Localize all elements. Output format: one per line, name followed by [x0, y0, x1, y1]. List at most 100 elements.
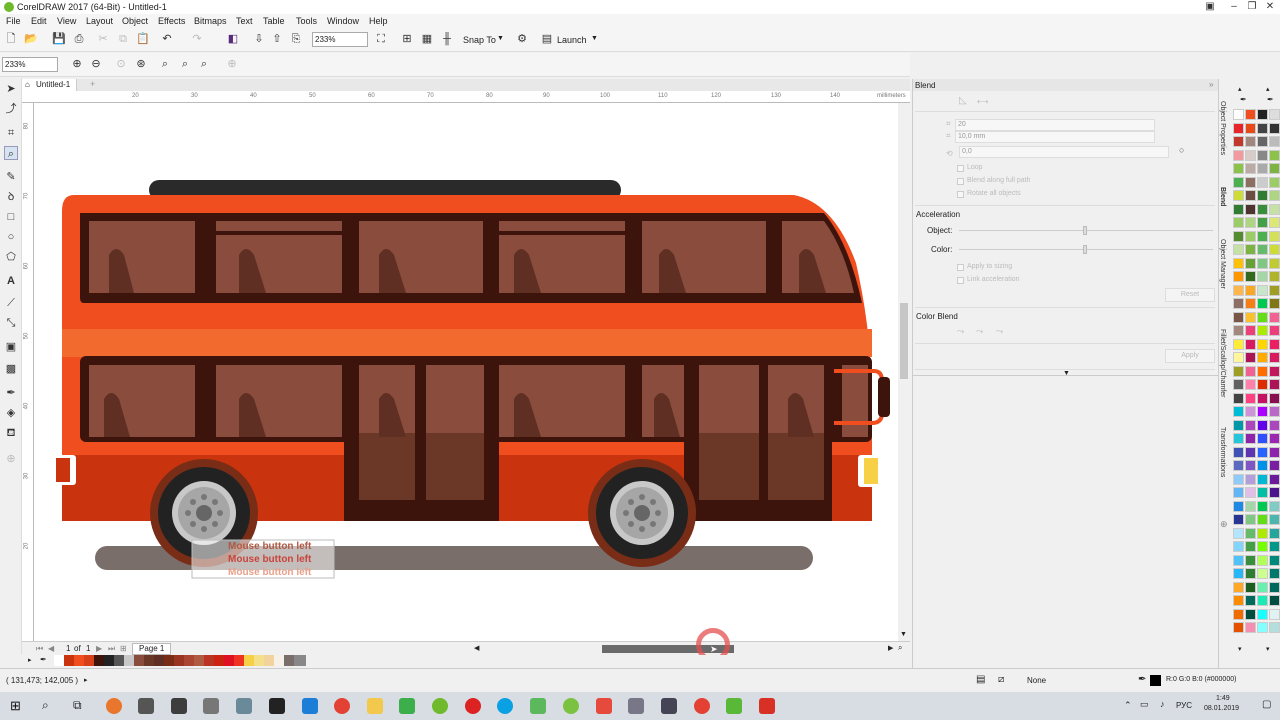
- color-swatch[interactable]: [1269, 352, 1280, 363]
- color-swatch[interactable]: [1233, 379, 1244, 390]
- color-swatch[interactable]: [1233, 473, 1244, 485]
- color-swatch[interactable]: [1269, 176, 1280, 188]
- menu-object[interactable]: Object: [122, 16, 148, 26]
- color-swatch[interactable]: [1245, 541, 1256, 552]
- color-swatch[interactable]: [1257, 244, 1268, 255]
- color-swatch[interactable]: [1269, 136, 1280, 147]
- rotate-all-checkbox[interactable]: [957, 191, 964, 198]
- vertical-ruler[interactable]: 80 70 60 50 40 30 20: [22, 103, 34, 641]
- color-swatch[interactable]: [1269, 163, 1280, 174]
- color-swatch[interactable]: [1257, 379, 1268, 390]
- undo-icon[interactable]: ↶: [160, 32, 174, 46]
- color-swatch[interactable]: [1233, 568, 1244, 579]
- color-swatch[interactable]: [1257, 230, 1268, 242]
- color-swatch[interactable]: [1257, 473, 1268, 485]
- color-swatch[interactable]: [1257, 298, 1268, 309]
- menu-help[interactable]: Help: [369, 16, 388, 26]
- docker-expand-icon[interactable]: »: [1209, 80, 1213, 89]
- color-swatch[interactable]: [1269, 622, 1280, 633]
- rotation-field[interactable]: 0,0: [959, 146, 1169, 158]
- zoom-level-field[interactable]: 233%: [312, 32, 368, 47]
- color-swatch[interactable]: [1257, 271, 1268, 282]
- zoom-in-icon[interactable]: ⊕: [70, 57, 84, 71]
- first-page-icon[interactable]: ⏮: [36, 644, 43, 654]
- app-icon[interactable]: [661, 698, 677, 714]
- zoom-tool-icon[interactable]: ⌕: [4, 146, 18, 160]
- app-icon[interactable]: [171, 698, 187, 714]
- zoom-height-icon[interactable]: ⌕: [197, 57, 211, 71]
- navigator-icon[interactable]: ⌕: [898, 643, 902, 653]
- color-swatch[interactable]: [1245, 379, 1256, 390]
- app-icon[interactable]: [236, 698, 252, 714]
- snap-to-dropdown[interactable]: Snap To: [463, 35, 496, 45]
- color-swatch[interactable]: [1257, 487, 1268, 498]
- chrome-icon[interactable]: [334, 698, 350, 714]
- eyedropper-icon[interactable]: ✒: [1267, 95, 1274, 104]
- color-swatch[interactable]: [1269, 446, 1280, 458]
- save-icon[interactable]: 💾: [52, 32, 66, 46]
- zoom-page-icon[interactable]: ⌕: [158, 57, 172, 71]
- drop-shadow-tool-icon[interactable]: ▣: [4, 340, 18, 354]
- color-swatch[interactable]: [1233, 419, 1244, 431]
- color-swatch[interactable]: [1269, 500, 1280, 512]
- clock-time[interactable]: 1:49: [1216, 695, 1230, 702]
- opera-icon[interactable]: [465, 698, 481, 714]
- copy-icon[interactable]: ⧉: [116, 32, 130, 46]
- color-swatch[interactable]: [1269, 244, 1280, 255]
- color-swatch[interactable]: [1233, 460, 1244, 471]
- minimize-button[interactable]: –: [1226, 1, 1242, 13]
- color-swatch[interactable]: [1245, 325, 1256, 336]
- zoom-width-icon[interactable]: ⌕: [178, 57, 192, 71]
- color-swatch[interactable]: [1245, 595, 1256, 606]
- color-swatch[interactable]: [1245, 190, 1256, 201]
- color-swatch[interactable]: [1245, 257, 1256, 269]
- text-tool-icon[interactable]: A: [4, 274, 18, 288]
- app-icon[interactable]: [759, 698, 775, 714]
- color-swatch[interactable]: [1257, 446, 1268, 458]
- direct-blend-icon[interactable]: ⤳: [957, 326, 964, 337]
- color-swatch[interactable]: [1257, 500, 1268, 512]
- head-light[interactable]: [864, 458, 878, 484]
- shape-tool-icon[interactable]: ⤴: [4, 102, 18, 116]
- color-swatch[interactable]: [1233, 392, 1244, 404]
- color-swatch[interactable]: [1269, 487, 1280, 498]
- color-swatch[interactable]: [1233, 203, 1244, 215]
- show-grid-icon[interactable]: ▦: [420, 32, 434, 46]
- show-guidelines-icon[interactable]: ╫: [440, 32, 454, 46]
- color-swatch[interactable]: [1245, 433, 1256, 444]
- color-swatch[interactable]: [1269, 608, 1280, 620]
- add-tool-icon[interactable]: ⊕: [4, 452, 18, 466]
- status-arrow-icon[interactable]: ▸: [84, 676, 88, 684]
- color-swatch[interactable]: [1257, 338, 1268, 350]
- new-document-icon[interactable]: 🗋: [4, 32, 18, 46]
- upper-window[interactable]: [359, 221, 483, 293]
- color-swatch[interactable]: [1233, 595, 1244, 606]
- color-swatch[interactable]: [1233, 149, 1244, 161]
- add-page-icon[interactable]: ⊞: [120, 644, 127, 653]
- app-icon[interactable]: [106, 698, 122, 714]
- color-swatch[interactable]: [1257, 608, 1268, 620]
- color-swatch[interactable]: [1233, 230, 1244, 242]
- color-swatch[interactable]: [1257, 352, 1268, 363]
- scroll-right-icon[interactable]: ▶: [888, 644, 893, 652]
- color-swatch[interactable]: [1269, 190, 1280, 201]
- color-swatch[interactable]: [1269, 109, 1280, 120]
- color-swatch[interactable]: [1257, 217, 1268, 228]
- zoom-out-icon[interactable]: ⊖: [89, 57, 103, 71]
- app-icon[interactable]: [269, 698, 285, 714]
- color-swatch[interactable]: [1269, 392, 1280, 404]
- color-swatch[interactable]: [1269, 338, 1280, 350]
- color-swatch[interactable]: [1233, 487, 1244, 498]
- edge-browser-icon[interactable]: [302, 698, 318, 714]
- object-accel-thumb[interactable]: [1083, 226, 1087, 235]
- color-swatch[interactable]: [1233, 446, 1244, 458]
- rectangle-tool-icon[interactable]: □: [4, 210, 18, 224]
- clockwise-blend-icon[interactable]: ⤳: [976, 326, 983, 337]
- color-swatch[interactable]: [1245, 392, 1256, 404]
- chevron-down-icon[interactable]: ▼: [591, 35, 598, 42]
- search-content-icon[interactable]: ◧: [226, 32, 240, 46]
- color-swatch[interactable]: [1257, 581, 1268, 593]
- counterclockwise-blend-icon[interactable]: ⤳: [996, 326, 1003, 337]
- color-swatch[interactable]: [1245, 568, 1256, 579]
- color-swatch[interactable]: [1269, 554, 1280, 566]
